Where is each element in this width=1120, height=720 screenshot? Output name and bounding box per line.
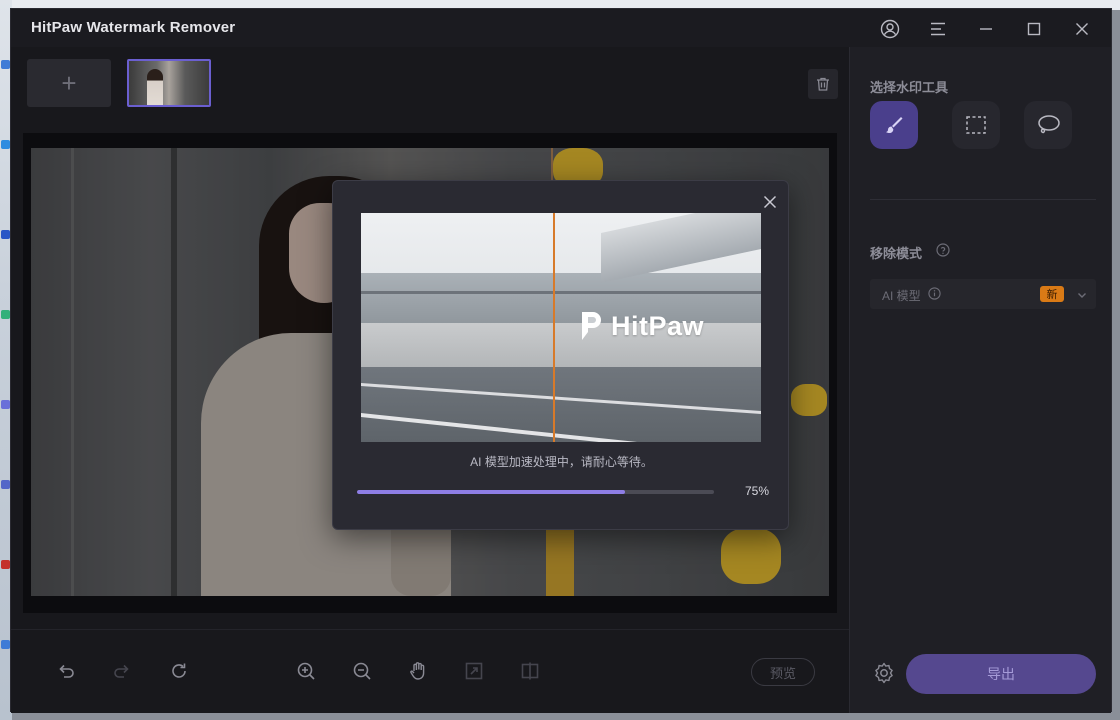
mode-select-value: AI 模型 [882,289,921,303]
settings-gear-icon[interactable] [872,661,896,690]
new-badge: 新 [1040,286,1064,302]
rect-select-tool-button[interactable] [952,101,1000,149]
dialog-close-icon[interactable] [761,193,779,211]
removal-mode-select[interactable]: AI 模型 新 [870,279,1096,309]
progress-bar [357,490,714,494]
zoom-in-icon[interactable] [291,656,321,686]
thumbnail-bar: + [11,47,849,131]
processing-dialog: HitPaw AI 模型加速处理中，请耐心等待。 75% [332,180,789,530]
zoom-out-icon[interactable] [347,656,377,686]
processing-message: AI 模型加速处理中，请耐心等待。 [470,455,653,469]
watermark-logo: HitPaw [579,309,704,343]
compare-icon[interactable] [515,656,545,686]
title-bar: HitPaw Watermark Remover [11,9,1111,47]
app-title: HitPaw Watermark Remover [31,19,236,36]
watermark-logo-text: HitPaw [611,310,705,341]
progress-bar-fill [357,490,625,494]
progress-percentage: 75% [744,484,769,498]
trash-icon [817,77,829,91]
maximize-icon[interactable] [1020,15,1048,43]
menu-icon[interactable] [924,15,952,43]
account-icon[interactable] [876,15,904,43]
close-icon[interactable] [1068,15,1096,43]
mode-section-title: 移除模式 [870,246,923,261]
minimize-icon[interactable] [972,15,1000,43]
preview-road [361,367,761,442]
hitpaw-logo-icon [582,312,601,340]
thumbnail-figure [147,69,163,105]
hand-pan-icon[interactable] [403,656,433,686]
help-icon[interactable] [936,243,950,257]
bottom-toolbar: 预览 [11,629,849,713]
brush-icon [886,117,903,133]
undo-icon[interactable] [51,656,81,686]
fit-screen-icon[interactable] [459,656,489,686]
section-divider [870,199,1096,200]
delete-button[interactable] [808,69,838,99]
image-thumbnail[interactable] [127,59,211,107]
chevron-down-icon [1076,288,1088,306]
reset-icon[interactable] [164,656,194,686]
tool-section-title: 选择水印工具 [870,80,949,95]
add-file-button[interactable]: + [27,59,111,107]
processing-preview-image: HitPaw [361,213,761,442]
export-button[interactable]: 导出 [906,654,1096,694]
brush-tool-button[interactable] [870,101,918,149]
rect-select-icon [966,116,986,134]
info-icon[interactable] [928,287,941,305]
comparison-divider [553,213,555,442]
redo-icon[interactable] [107,656,137,686]
lasso-tool-button[interactable] [1024,101,1072,149]
preview-railing [361,291,761,294]
lasso-icon [1038,115,1060,134]
preview-button[interactable]: 预览 [751,658,815,686]
side-panel: 选择水印工具 移除模式 AI 模型 新 导出 [849,47,1111,713]
